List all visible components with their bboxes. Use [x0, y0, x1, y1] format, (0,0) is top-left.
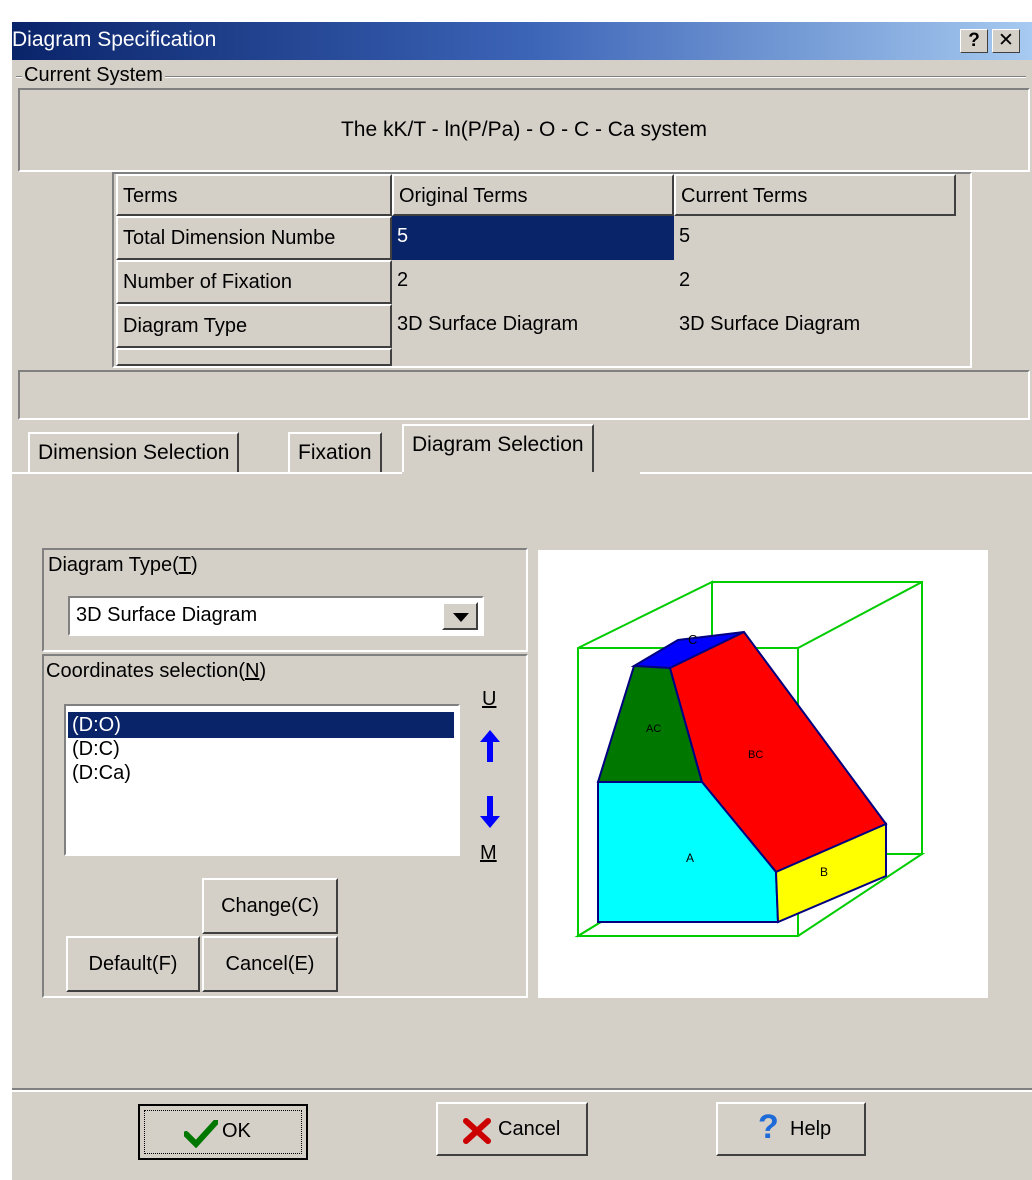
- move-down-label[interactable]: M: [480, 842, 497, 865]
- tab-diagram-selection[interactable]: Diagram Selection: [402, 424, 594, 472]
- coordinates-label: Coordinates selection(N): [46, 660, 267, 682]
- change-button[interactable]: Change(C): [202, 878, 338, 934]
- row-original-total-dimension[interactable]: 5: [392, 216, 674, 260]
- arrow-up-icon[interactable]: [476, 728, 504, 764]
- row-term-empty: [116, 348, 392, 366]
- cancel-button[interactable]: Cancel: [436, 1102, 588, 1156]
- row-current-total-dimension[interactable]: 5: [674, 216, 956, 260]
- help-title-button[interactable]: ?: [960, 29, 988, 53]
- coordinates-list[interactable]: (D:O) (D:C) (D:Ca): [64, 704, 460, 856]
- current-system-label: Current System: [22, 64, 165, 87]
- list-item[interactable]: (D:C): [68, 736, 454, 762]
- table-header-terms: Terms: [116, 174, 392, 216]
- cancel-selection-button[interactable]: Cancel(E): [202, 936, 338, 992]
- diagram-preview-drawing: C AC BC A B: [574, 580, 926, 938]
- tab-baseline-right: [640, 472, 1032, 474]
- table-header-current: Current Terms: [674, 174, 956, 216]
- region-label: AC: [646, 723, 661, 735]
- ok-button[interactable]: OK: [138, 1104, 308, 1160]
- list-item[interactable]: (D:Ca): [68, 760, 454, 786]
- tab-dimension-selection[interactable]: Dimension Selection: [28, 432, 240, 472]
- row-current-fixation[interactable]: 2: [674, 260, 956, 304]
- region-label: BC: [748, 749, 763, 761]
- diagram-type-group: Diagram Type(T) 3D Surface Diagram: [42, 548, 528, 652]
- help-label: Help: [790, 1118, 832, 1140]
- window-title: Diagram Specification: [12, 28, 217, 51]
- default-button[interactable]: Default(F): [66, 936, 200, 992]
- region-label: B: [820, 865, 828, 879]
- diagram-type-select[interactable]: 3D Surface Diagram: [68, 596, 484, 636]
- row-current-diagram-type[interactable]: 3D Surface Diagram: [674, 304, 956, 348]
- help-button[interactable]: ? Help: [716, 1102, 866, 1156]
- row-original-fixation[interactable]: 2: [392, 260, 674, 304]
- footer-separator: [12, 1088, 1032, 1090]
- table-header-original: Original Terms: [392, 174, 674, 216]
- diagram-type-value: 3D Surface Diagram: [76, 604, 258, 626]
- dialog-window: Diagram Specification ? ✕ Current System…: [10, 20, 1032, 1180]
- arrow-down-icon[interactable]: [476, 794, 504, 830]
- row-term-diagram-type: Diagram Type: [116, 304, 392, 348]
- list-item[interactable]: (D:O): [68, 712, 454, 738]
- x-icon: [463, 1118, 491, 1144]
- region-label: C: [688, 632, 697, 647]
- status-strip: [18, 370, 1030, 420]
- title-bar[interactable]: Diagram Specification ? ✕: [12, 22, 1032, 60]
- ok-label: OK: [222, 1120, 251, 1142]
- tab-fixation[interactable]: Fixation: [288, 432, 382, 472]
- terms-table: Terms Original Terms Current Terms Total…: [112, 172, 972, 368]
- tab-baseline-left: [12, 472, 402, 474]
- system-panel: The kK/T - ln(P/Pa) - O - C - Ca system: [18, 88, 1030, 172]
- diagram-preview: C AC BC A B: [538, 550, 988, 998]
- row-term-total-dimension: Total Dimension Numbe: [116, 216, 392, 260]
- diagram-type-label: Diagram Type(T): [48, 554, 198, 576]
- close-icon[interactable]: ✕: [992, 29, 1020, 53]
- cancel-label: Cancel: [498, 1118, 561, 1140]
- row-term-fixation: Number of Fixation: [116, 260, 392, 304]
- region-label: A: [686, 851, 694, 865]
- check-icon: [184, 1120, 218, 1148]
- group-border: [16, 76, 1026, 77]
- help-icon: ?: [758, 1108, 779, 1146]
- dropdown-button[interactable]: [442, 602, 478, 630]
- move-up-label[interactable]: U: [482, 688, 496, 711]
- system-description: The kK/T - ln(P/Pa) - O - C - Ca system: [340, 118, 707, 141]
- row-original-diagram-type[interactable]: 3D Surface Diagram: [392, 304, 674, 348]
- chevron-down-icon: [453, 613, 469, 622]
- coordinates-group: Coordinates selection(N) (D:O) (D:C) (D:…: [42, 654, 528, 998]
